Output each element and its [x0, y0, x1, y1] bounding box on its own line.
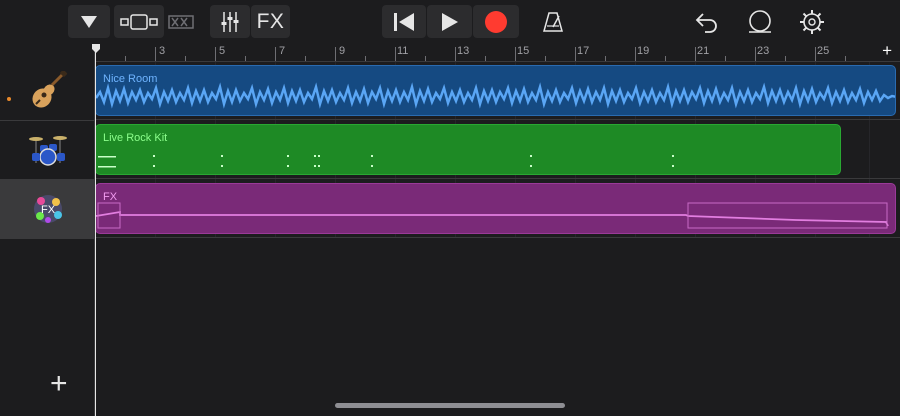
- ruler-tick: [545, 56, 546, 61]
- ruler-tick: [635, 47, 636, 61]
- bar-number: 11: [397, 45, 409, 57]
- mixer-button[interactable]: [210, 5, 250, 38]
- toolbar: FX: [0, 0, 900, 44]
- live-loops-button[interactable]: [164, 5, 198, 38]
- home-indicator[interactable]: [335, 403, 565, 408]
- lane-divider: [95, 237, 900, 238]
- tracks-view-icon: [120, 13, 158, 30]
- bar-number: 17: [577, 45, 590, 57]
- bar-number: 3: [159, 45, 166, 57]
- ruler-tick: [695, 47, 696, 61]
- record-button[interactable]: [473, 5, 519, 38]
- ruler-tick: [605, 56, 606, 61]
- ruler-tick: [125, 56, 126, 61]
- track-headers: FX +: [0, 44, 95, 416]
- loop-browser-button[interactable]: [743, 5, 777, 38]
- region-nice-room[interactable]: Nice Room: [95, 65, 896, 116]
- ruler-tick: [725, 56, 726, 61]
- bar-number: 19: [637, 45, 650, 57]
- track-header-fx[interactable]: FX: [0, 180, 95, 239]
- fx-label: FX: [256, 9, 285, 33]
- ruler-tick: [755, 47, 756, 61]
- ruler-tick: [395, 47, 396, 61]
- bar-number: 25: [817, 45, 830, 57]
- drum-kit-icon: [28, 136, 67, 166]
- ruler-tick: [275, 47, 276, 61]
- undo-icon: [695, 12, 717, 33]
- skip-back-icon: [394, 12, 414, 31]
- automation-curve: [96, 202, 889, 229]
- loop-icon: [749, 9, 771, 33]
- playhead[interactable]: [95, 44, 96, 416]
- ruler-tick: [845, 56, 846, 61]
- mixer-sliders-icon: [221, 11, 239, 32]
- play-button[interactable]: [427, 5, 472, 38]
- ruler-tick: [245, 56, 246, 61]
- metronome-button[interactable]: [534, 5, 572, 38]
- region-live-rock-kit[interactable]: Live Rock Kit: [95, 124, 841, 175]
- live-loops-icon: [168, 14, 194, 29]
- ruler-tick: [335, 47, 336, 61]
- play-icon: [441, 12, 458, 31]
- add-track-button[interactable]: +: [50, 369, 68, 399]
- lane-divider: [95, 119, 900, 120]
- fx-button[interactable]: FX: [251, 5, 290, 38]
- metronome-icon: [543, 11, 563, 32]
- bar-number: 7: [279, 45, 286, 57]
- bar-number: 15: [517, 45, 530, 57]
- add-section-button[interactable]: +: [882, 41, 892, 61]
- ruler-tick: [215, 47, 216, 61]
- tracks-view-button[interactable]: [114, 5, 164, 38]
- lane-divider: [95, 178, 900, 179]
- track-header-drums[interactable]: [0, 121, 95, 180]
- ruler-tick: [185, 56, 186, 61]
- track-armed-indicator: [7, 97, 11, 101]
- ruler-tick: [575, 47, 576, 61]
- ruler-tick: [485, 56, 486, 61]
- drum-pattern: [98, 155, 674, 168]
- acoustic-guitar-icon: [31, 71, 67, 108]
- go-to-start-button[interactable]: [382, 5, 426, 38]
- tracks-area[interactable]: Nice Room Live Rock Kit FX: [95, 62, 900, 416]
- bar-number: 13: [457, 45, 470, 57]
- ruler-tick: [665, 56, 666, 61]
- bar-number: 21: [697, 45, 710, 57]
- ruler-tick: [365, 56, 366, 61]
- ruler-tick: [515, 47, 516, 61]
- timeline-ruler[interactable]: 3 5 7 9 11 13 15 17 19 21 23 25 +: [95, 41, 900, 62]
- ruler-tick: [815, 47, 816, 61]
- bar-number: 5: [219, 45, 226, 57]
- track-header-guitar[interactable]: [0, 62, 95, 121]
- browser-menu-button[interactable]: [68, 5, 110, 38]
- ruler-tick: [785, 56, 786, 61]
- ruler-tick: [455, 47, 456, 61]
- ruler-tick: [155, 47, 156, 61]
- triangle-down-icon: [81, 15, 97, 28]
- region-fx[interactable]: FX: [95, 183, 896, 234]
- bar-number: 23: [757, 45, 770, 57]
- bar-number: 9: [339, 45, 346, 57]
- undo-button[interactable]: [690, 5, 724, 38]
- ruler-tick: [425, 56, 426, 61]
- gear-icon: [800, 9, 824, 34]
- settings-button[interactable]: [795, 5, 829, 38]
- svg-text:FX: FX: [40, 204, 55, 216]
- ruler-tick: [305, 56, 306, 61]
- record-icon: [485, 10, 507, 33]
- fx-ball-icon: FX: [33, 195, 62, 223]
- audio-waveform: [96, 82, 895, 109]
